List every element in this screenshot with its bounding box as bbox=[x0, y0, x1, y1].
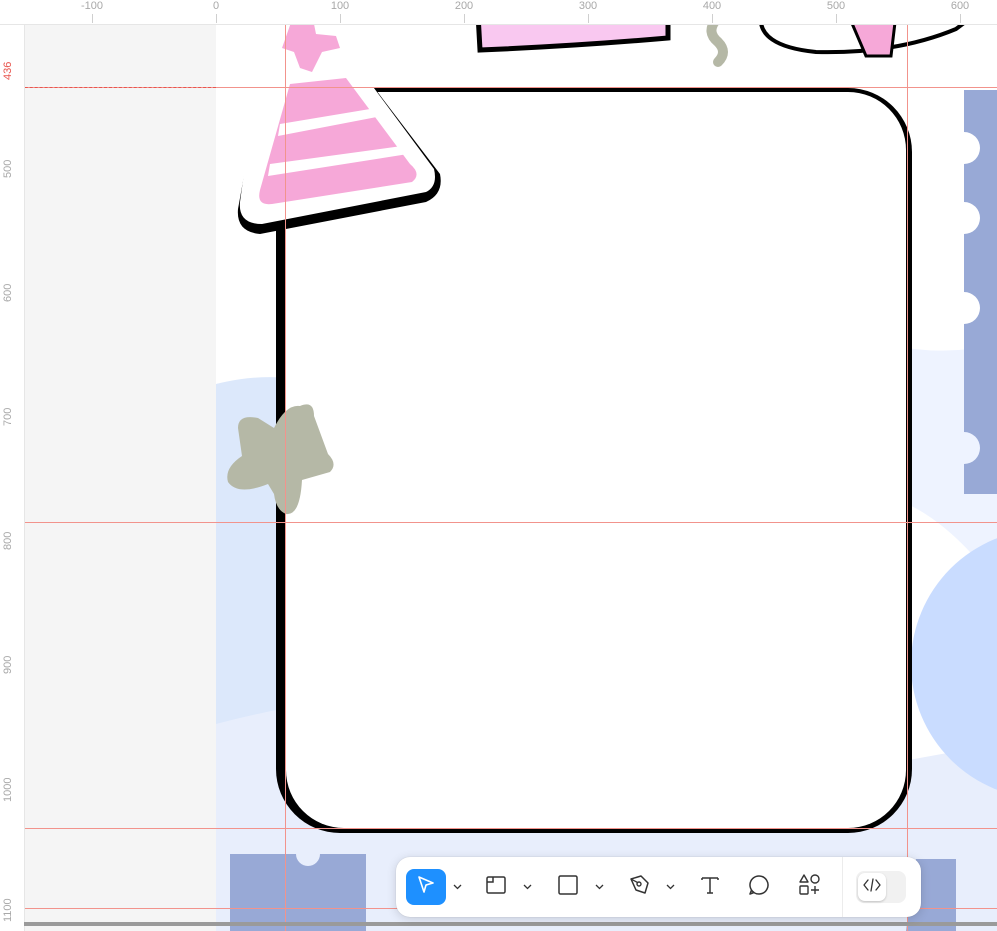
pen-icon bbox=[628, 874, 650, 901]
ruler-label: 500 bbox=[2, 159, 14, 178]
canvas-board[interactable] bbox=[216, 24, 997, 931]
comment-tool-button[interactable] bbox=[739, 869, 779, 905]
ruler-label: 300 bbox=[578, 0, 598, 12]
frame-icon bbox=[485, 874, 507, 901]
ruler-label: 700 bbox=[2, 407, 14, 426]
ruler-label: 600 bbox=[2, 283, 14, 302]
ticket-stamp-bottom-left bbox=[230, 854, 366, 931]
chevron-down-icon bbox=[523, 877, 532, 895]
sage-squiggle bbox=[706, 24, 728, 67]
chevron-down-icon bbox=[453, 877, 462, 895]
ruler-label: 500 bbox=[826, 0, 846, 12]
ruler-label: 1000 bbox=[2, 777, 14, 802]
rectangle-tool-button[interactable] bbox=[548, 869, 588, 905]
rectangle-tool-dropdown[interactable] bbox=[592, 879, 606, 893]
frame-tool-dropdown[interactable] bbox=[520, 879, 534, 893]
bottom-toolbar bbox=[396, 857, 921, 917]
move-tool-dropdown[interactable] bbox=[450, 879, 464, 893]
horizontal-ruler[interactable]: -100 0 100 200 300 400 500 600 bbox=[0, 0, 997, 25]
ruler-label: 600 bbox=[950, 0, 970, 12]
frame-tool-button[interactable] bbox=[476, 869, 516, 905]
comment-bubble-icon bbox=[748, 874, 770, 901]
guide-horizontal[interactable] bbox=[24, 522, 997, 523]
pen-tool-button[interactable] bbox=[619, 869, 659, 905]
guide-vertical[interactable] bbox=[285, 24, 286, 931]
ruler-label: 0 bbox=[212, 0, 220, 12]
actions-tool-button[interactable] bbox=[790, 869, 830, 905]
ruler-label: 1100 bbox=[2, 898, 14, 922]
chevron-down-icon bbox=[595, 877, 604, 895]
ruler-label-highlight: 436 bbox=[2, 61, 14, 80]
ruler-label: 200 bbox=[454, 0, 474, 12]
guide-horizontal[interactable] bbox=[24, 828, 997, 829]
toolbar-divider bbox=[842, 857, 843, 917]
ruler-label: 100 bbox=[330, 0, 350, 12]
cursor-arrow-icon bbox=[415, 874, 437, 901]
rectangle-icon bbox=[557, 874, 579, 901]
text-tool-button[interactable] bbox=[690, 869, 730, 905]
guide-vertical[interactable] bbox=[907, 24, 908, 931]
vertical-ruler[interactable]: 436 500 600 700 800 900 1000 1100 bbox=[0, 0, 25, 931]
ruler-label: -100 bbox=[80, 0, 104, 12]
ruler-label: 400 bbox=[702, 0, 722, 12]
shapes-plus-icon bbox=[798, 873, 822, 902]
ruler-label: 800 bbox=[2, 531, 14, 550]
horizontal-scrollbar[interactable] bbox=[24, 922, 997, 926]
text-icon bbox=[699, 874, 721, 901]
ruler-label: 900 bbox=[2, 655, 14, 674]
ruler-corner bbox=[0, 0, 24, 24]
artwork bbox=[216, 24, 997, 931]
code-icon bbox=[863, 877, 881, 898]
guide-horizontal-marker bbox=[0, 87, 216, 88]
chevron-down-icon bbox=[666, 877, 675, 895]
move-tool-button[interactable] bbox=[406, 869, 446, 905]
dev-mode-knob bbox=[858, 873, 886, 901]
pen-tool-dropdown[interactable] bbox=[663, 879, 677, 893]
pink-banner-top bbox=[476, 24, 671, 53]
dev-mode-toggle[interactable] bbox=[856, 871, 906, 903]
